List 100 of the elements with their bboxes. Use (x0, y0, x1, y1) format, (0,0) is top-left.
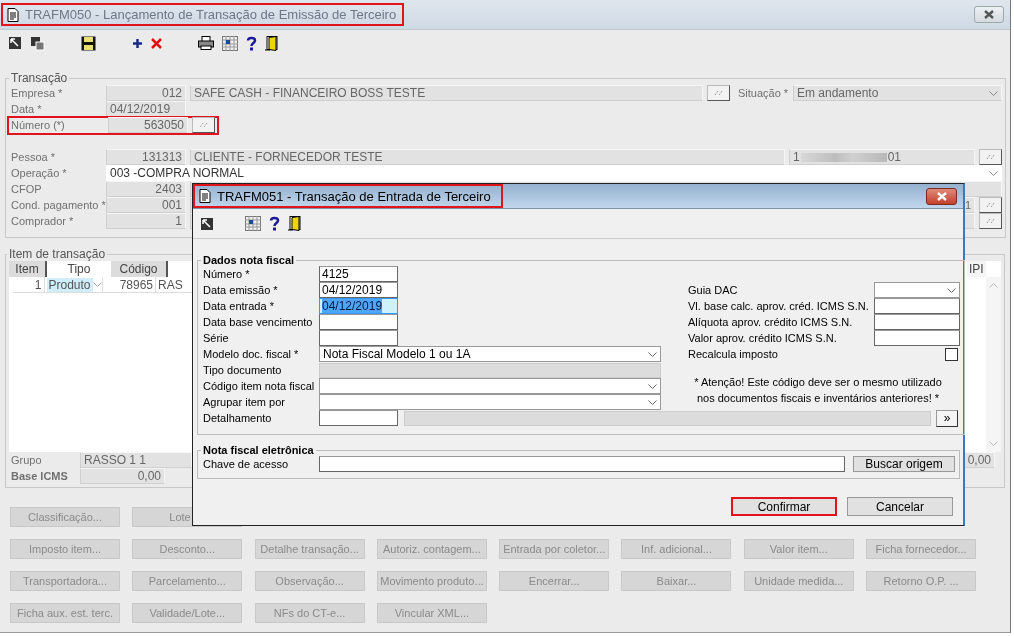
base-icms-field[interactable]: 0,00 (80, 468, 165, 484)
lookup-button[interactable] (979, 149, 1002, 165)
table-cell: 1 (13, 277, 45, 292)
chevron-icon (947, 287, 956, 293)
field-label: Data * (11, 103, 43, 115)
column-header[interactable]: Código (111, 261, 168, 277)
input-field[interactable] (319, 456, 845, 472)
lookup-icon (714, 90, 723, 96)
grid-icon[interactable] (245, 216, 261, 231)
chevron-icon (648, 399, 657, 405)
table-cell: 78965 (103, 277, 156, 292)
close-button[interactable] (926, 187, 957, 205)
field-label: Série (203, 332, 230, 344)
dropdown[interactable] (319, 378, 661, 394)
dropdown[interactable] (874, 282, 960, 298)
note-text: * Atenção! Este código deve ser o mesmo utilizado nos documentos fiscais e inventários anteriores! * (693, 375, 943, 406)
more-button[interactable]: » (936, 409, 958, 427)
field-label: Número * (203, 268, 251, 280)
chevron-icon (648, 383, 657, 389)
name-field[interactable]: SAFE CASH - FINANCEIRO BOSS TESTE (190, 85, 703, 101)
input-field[interactable] (319, 330, 398, 346)
operation-dropdown[interactable]: 003 -COMPRA NORMAL (106, 165, 1002, 181)
copy-icon[interactable] (30, 35, 45, 51)
close-icon (935, 191, 948, 201)
lookup-button[interactable] (707, 85, 730, 101)
chevron-icon (92, 282, 102, 287)
field-label: Número (*) (11, 119, 66, 131)
chevron-icon (989, 170, 998, 176)
lookup-button[interactable] (192, 117, 215, 133)
lookup-button[interactable] (979, 213, 1002, 229)
field-label: Guia DAC (688, 284, 739, 296)
field-label: Código item nota fiscal (203, 380, 316, 392)
window-title: TRAFM051 - Transação de Entrada de Terceiro (217, 188, 491, 204)
number-field[interactable]: 563050 (108, 117, 188, 133)
chevron-icon (648, 351, 657, 357)
add-icon[interactable] (132, 37, 143, 49)
help-icon[interactable] (269, 216, 280, 231)
code-field[interactable]: 012 (106, 85, 186, 101)
dialog-button[interactable]: Cancelar (847, 497, 953, 516)
code-field[interactable]: 1 (106, 213, 186, 229)
dropdown[interactable]: Nota Fiscal Modelo 1 ou 1A (319, 346, 661, 362)
field-label: Modelo doc. fiscal * (203, 348, 300, 360)
input-field[interactable] (874, 330, 960, 346)
field-label: Data base vencimento (203, 316, 314, 328)
input-field[interactable]: 4125 (319, 266, 398, 282)
field-label: Operação * (11, 167, 68, 179)
name-field[interactable]: CLIENTE - FORNECEDOR TESTE (190, 149, 785, 165)
field-label: Base ICMS (10, 470, 69, 482)
input-field[interactable]: 04/12/2019 (319, 282, 398, 298)
document-field[interactable]: 1 01 (789, 149, 975, 165)
arrow-icon[interactable] (200, 216, 214, 231)
close-button[interactable] (974, 6, 1004, 23)
field-label: Tipo documento (203, 364, 283, 376)
exit-door-icon[interactable] (265, 35, 279, 51)
field-label: Recalcula imposto (688, 348, 779, 360)
field-label: Vl. base calc. aprov. créd. ICMS S.N. (688, 300, 870, 312)
column-header[interactable]: IPI (967, 261, 986, 277)
field-label: Comprador * (11, 215, 75, 227)
field-label: Valor aprov. crédito ICMS S.N. (688, 332, 838, 344)
input-field[interactable] (319, 410, 398, 426)
type-dropdown[interactable]: Produto (44, 277, 104, 292)
exit-door-icon[interactable] (288, 216, 302, 231)
save-icon[interactable] (81, 35, 96, 51)
cfop-field[interactable]: 2403 (106, 181, 186, 197)
code-field[interactable]: 131313 (106, 149, 186, 165)
code-field[interactable]: 001 (106, 197, 186, 213)
column-header[interactable]: Item (9, 261, 47, 277)
dropdown[interactable] (319, 394, 661, 410)
lookup-button[interactable] (979, 197, 1002, 213)
field-label: Chave de acesso (203, 458, 289, 470)
field-label: Data entrada * (203, 300, 275, 312)
field-label: Pessoa * (11, 151, 57, 163)
input-field[interactable] (874, 298, 960, 314)
lookup-icon (986, 154, 995, 160)
help-icon[interactable] (246, 35, 257, 51)
search-origin-button[interactable]: Buscar origem (853, 456, 955, 472)
printer-icon[interactable] (198, 36, 214, 50)
input-field[interactable]: 04/12/2019 (319, 298, 398, 314)
window-title: TRAFM050 - Lançamento de Transação de Emissão de Terceiro (25, 7, 397, 22)
field-label: Grupo (10, 454, 43, 466)
document-suffix: 01 (887, 150, 902, 164)
chevron-icon (989, 90, 998, 96)
group-field[interactable]: RASSO 1 1 (80, 452, 192, 468)
status-dropdown[interactable]: Em andamento (793, 85, 1002, 101)
date-field[interactable]: 04/12/2019 (106, 101, 186, 117)
table-cell: Produto (46, 277, 93, 292)
input-field[interactable] (319, 314, 398, 330)
grid-icon[interactable] (222, 35, 238, 51)
field-label: Data emissão * (203, 284, 279, 296)
document-icon (7, 7, 19, 22)
field-label: CFOP (11, 183, 43, 195)
delete-icon[interactable] (151, 37, 162, 49)
group-title: Nota fiscal eletrônica (202, 444, 315, 456)
dialog-button[interactable]: Confirmar (731, 497, 837, 516)
lookup-icon (199, 122, 208, 128)
arrow-icon[interactable] (8, 36, 22, 50)
checkbox[interactable] (945, 347, 958, 361)
field-label: Empresa * (11, 87, 64, 99)
input-field[interactable] (874, 314, 960, 330)
field-label: Situação * (738, 87, 789, 99)
